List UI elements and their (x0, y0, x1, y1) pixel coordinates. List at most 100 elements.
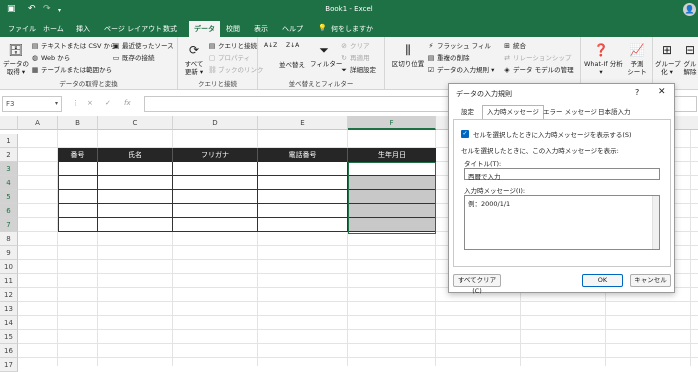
existing-connections-button[interactable]: ▭ 既存の接続 (112, 54, 155, 62)
tab-insert[interactable]: 挿入 (76, 24, 90, 34)
get-data-button[interactable]: 🗄 データの 取得 ▾ (3, 42, 29, 76)
tab-data[interactable]: データ (189, 21, 220, 37)
table-cell[interactable] (258, 218, 348, 232)
tab-ime[interactable]: 日本語入力 (594, 106, 635, 119)
filter-button[interactable]: ⏷ フィルター (310, 42, 342, 68)
enter-icon[interactable]: ✓ (105, 99, 111, 107)
message-textarea[interactable]: 例：2000/1/1 (464, 195, 660, 250)
show-message-label[interactable]: セルを選択したときに入力時メッセージを表示する(S) (473, 129, 632, 139)
table-cell[interactable] (258, 176, 348, 190)
select-all-corner[interactable] (0, 116, 18, 130)
row-header[interactable]: 4 (0, 176, 18, 190)
column-header-d[interactable]: D (173, 116, 258, 130)
row-header[interactable]: 15 (0, 330, 18, 344)
sort-za-icon[interactable]: Z↓A (286, 42, 299, 50)
queries-connections-button[interactable]: ▤ クエリと接続 (208, 42, 257, 50)
table-cell[interactable] (173, 190, 258, 204)
table-header-number[interactable]: 番号 (58, 148, 98, 162)
remove-duplicates-button[interactable]: ▤ 重複の削除 (427, 54, 470, 62)
row-header[interactable]: 6 (0, 204, 18, 218)
cancel-button[interactable]: キャンセル (630, 274, 671, 287)
table-cell[interactable] (58, 176, 98, 190)
group-button[interactable]: ⊞ グループ 化 ▾ (655, 42, 681, 76)
what-if-button[interactable]: ❓ What-If 分析 ▾ (584, 42, 623, 76)
tab-review[interactable]: 校閲 (226, 24, 240, 34)
table-cell[interactable] (58, 162, 98, 176)
sort-button[interactable]: 並べ替え (278, 61, 306, 69)
table-cell[interactable] (258, 190, 348, 204)
clear-all-button[interactable]: すべてクリア(C) (453, 274, 501, 295)
tell-me-search[interactable]: 何をしますか (331, 24, 373, 34)
row-header[interactable]: 3 (0, 162, 18, 176)
tab-file[interactable]: ファイル (8, 24, 36, 34)
table-cell[interactable] (173, 162, 258, 176)
row-header[interactable]: 12 (0, 288, 18, 302)
flash-fill-button[interactable]: ⚡ フラッシュ フィル (427, 42, 491, 50)
row-header[interactable]: 5 (0, 190, 18, 204)
row-header[interactable]: 1 (0, 134, 18, 148)
row-header[interactable]: 8 (0, 232, 18, 246)
title-input[interactable]: 西暦で入力 (464, 168, 660, 181)
workbook-links-button[interactable]: ⛓ブックのリンク (208, 66, 264, 74)
recent-sources-button[interactable]: ▣ 最近使ったソース (112, 42, 174, 50)
table-cell[interactable] (98, 176, 173, 190)
table-cell[interactable] (98, 218, 173, 232)
show-message-checkbox[interactable]: ✓ (461, 130, 469, 138)
refresh-all-button[interactable]: ⟳ すべて 更新 ▾ (183, 42, 205, 76)
table-header-phone[interactable]: 電話番号 (258, 148, 348, 162)
column-header-e[interactable]: E (258, 116, 348, 130)
sort-az-icon[interactable]: A↓Z (264, 42, 277, 50)
table-cell[interactable] (58, 190, 98, 204)
data-validation-button[interactable]: ☑ データの入力規則 ▾ (427, 66, 494, 74)
tab-input-message[interactable]: 入力時メッセージ (482, 105, 544, 120)
table-cell[interactable] (98, 162, 173, 176)
column-header-b[interactable]: B (58, 116, 98, 130)
manage-data-model-button[interactable]: ◈ データ モデルの管理 (503, 66, 573, 74)
insert-function-icon[interactable]: fx (124, 99, 131, 107)
tab-page-layout[interactable]: ページ レイアウト (104, 24, 162, 34)
text-to-columns-button[interactable]: ⫼ 区切り位置 (391, 42, 425, 68)
row-header[interactable]: 2 (0, 148, 18, 162)
row-header[interactable]: 17 (0, 358, 18, 372)
scrollbar[interactable] (652, 196, 659, 249)
tab-home[interactable]: ホーム (43, 24, 64, 34)
table-cell[interactable] (258, 162, 348, 176)
table-header-name[interactable]: 氏名 (98, 148, 173, 162)
help-icon[interactable]: ? (635, 88, 639, 97)
row-header[interactable]: 14 (0, 316, 18, 330)
ok-button[interactable]: OK (582, 274, 623, 287)
table-cell[interactable] (173, 218, 258, 232)
table-cell[interactable] (98, 204, 173, 218)
clear-filter-button[interactable]: ⊘ クリア (340, 42, 369, 50)
consolidate-button[interactable]: ⊞ 統合 (503, 42, 526, 50)
table-header-birthdate[interactable]: 生年月日 (348, 148, 436, 162)
name-box[interactable]: F3 ▾ (2, 96, 62, 112)
table-header-furigana[interactable]: フリガナ (173, 148, 258, 162)
table-cell[interactable] (98, 190, 173, 204)
row-header[interactable]: 9 (0, 246, 18, 260)
from-table-range-button[interactable]: ▦ テーブルまたは範囲から (31, 66, 112, 74)
tab-formulas[interactable]: 数式 (163, 24, 177, 34)
row-header[interactable]: 11 (0, 274, 18, 288)
column-header-c[interactable]: C (98, 116, 173, 130)
table-cell[interactable] (58, 218, 98, 232)
tab-view[interactable]: 表示 (254, 24, 268, 34)
column-header-f[interactable]: F (348, 116, 436, 130)
from-web-button[interactable]: ◍ Web から (31, 54, 70, 62)
cancel-icon[interactable]: × (87, 99, 93, 107)
close-icon[interactable]: ✕ (658, 87, 666, 97)
properties-button[interactable]: ▢ プロパティ (208, 54, 250, 62)
table-cell[interactable] (173, 204, 258, 218)
forecast-sheet-button[interactable]: 📈 予測 シート (625, 42, 649, 76)
advanced-filter-button[interactable]: ⏷ 詳細設定 (340, 66, 376, 74)
table-cell[interactable] (258, 204, 348, 218)
tab-settings[interactable]: 設定 (457, 106, 478, 119)
row-header[interactable]: 16 (0, 344, 18, 358)
user-avatar-icon[interactable]: 👤 (683, 3, 696, 16)
tab-help[interactable]: ヘルプ (282, 24, 303, 34)
table-cell[interactable] (58, 204, 98, 218)
chevron-down-icon[interactable]: ▾ (55, 100, 58, 107)
row-header[interactable]: 7 (0, 218, 18, 232)
column-header-a[interactable]: A (18, 116, 58, 130)
ungroup-button[interactable]: ⊟ グル 解除 (681, 42, 698, 76)
